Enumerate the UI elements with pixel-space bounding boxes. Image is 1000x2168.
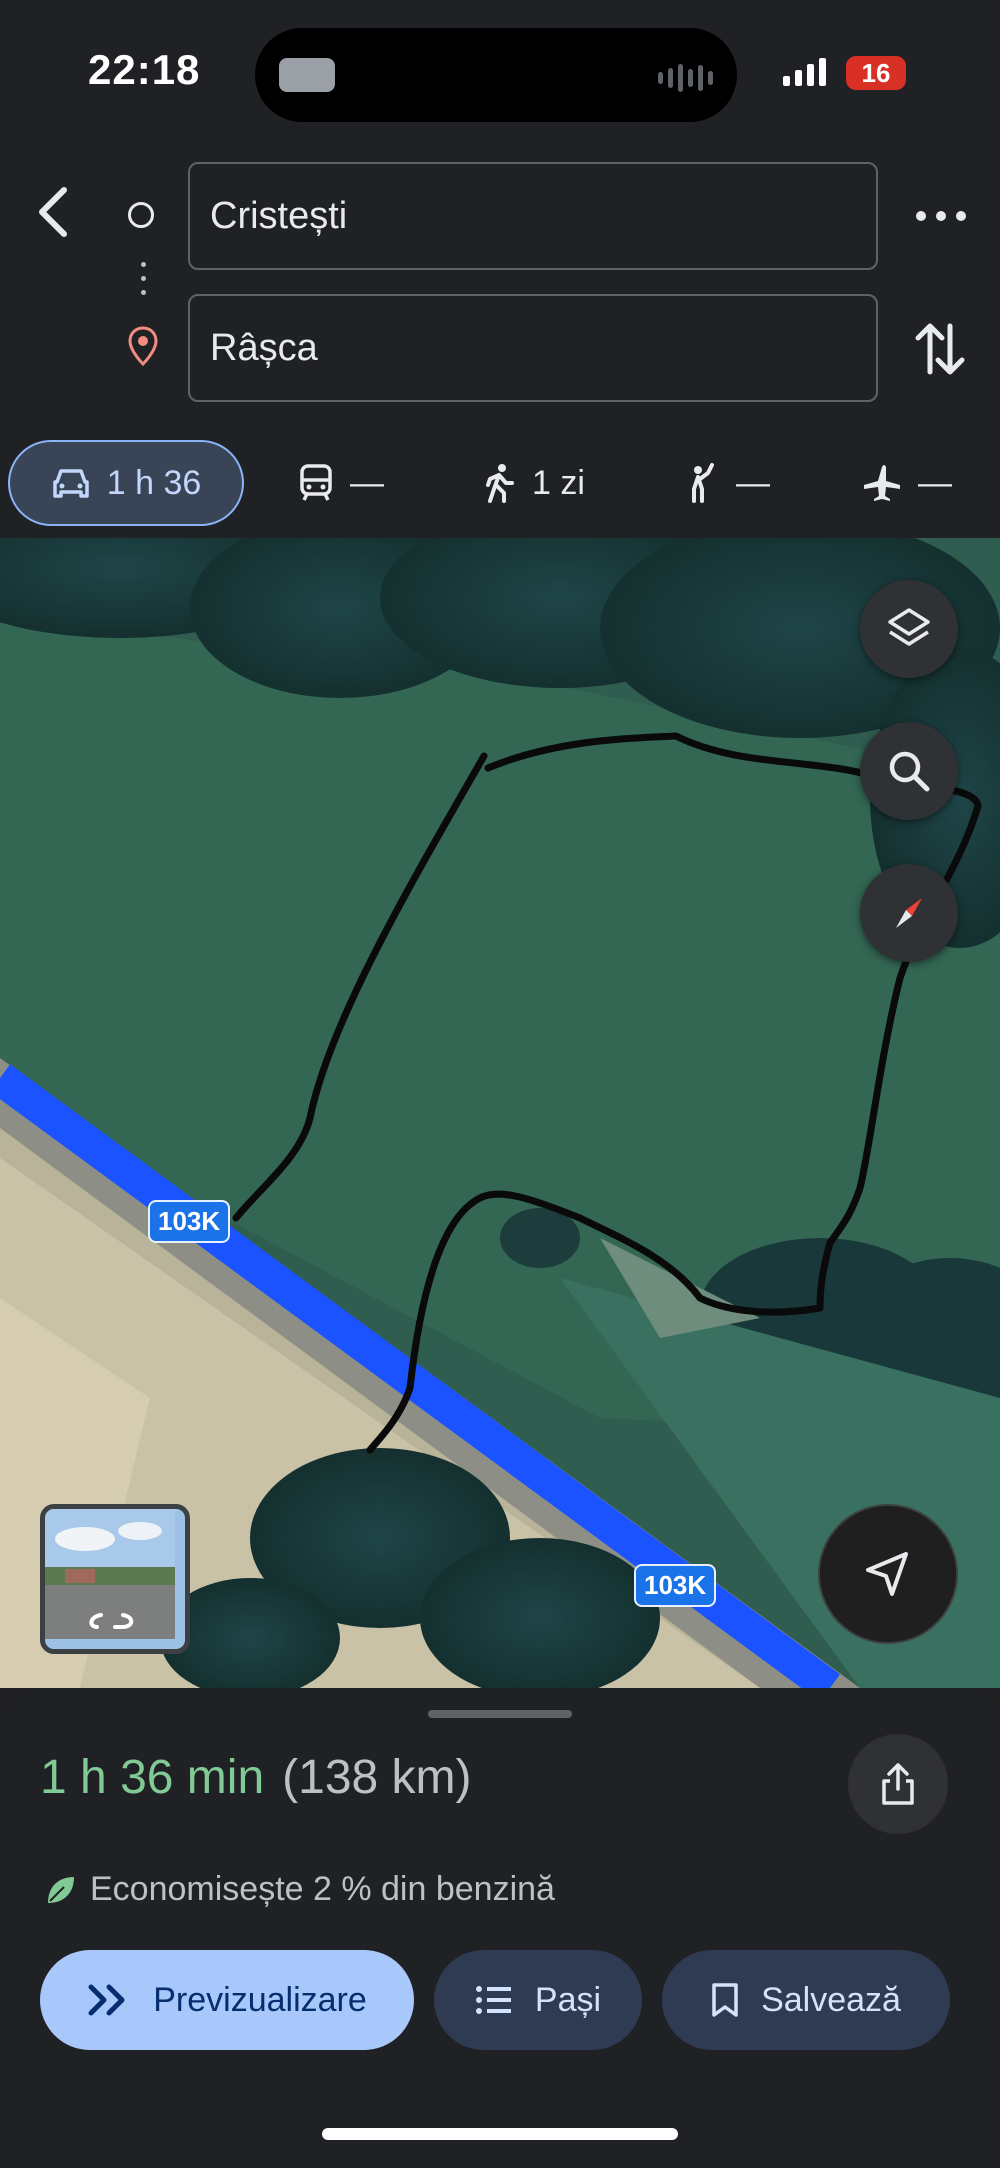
live-activity-thumbnail <box>279 58 335 92</box>
flights-duration: — <box>918 463 952 502</box>
route-duration: 1 h 36 min <box>40 1751 265 1804</box>
travel-mode-tabs: 1 h 36 — 1 zi — — <box>0 440 1000 526</box>
chevron-left-icon <box>39 187 67 237</box>
road-label-2: 103K <box>634 1564 717 1607</box>
hail-ride-icon <box>692 463 714 503</box>
tab-transit[interactable]: — <box>298 440 384 526</box>
transit-duration: — <box>350 463 384 502</box>
battery-indicator: 16 <box>846 56 906 90</box>
tab-rideshare[interactable]: — <box>684 440 770 526</box>
road-label-1: 103K <box>148 1200 231 1243</box>
clock: 22:18 <box>88 46 201 93</box>
eco-note-text: Economisește 2 % din benzină <box>90 1870 555 1908</box>
origin-dot-icon <box>128 202 154 228</box>
swap-directions-button[interactable] <box>910 316 970 382</box>
leaf-icon <box>48 1876 74 1903</box>
tab-walking[interactable]: 1 zi <box>482 440 585 526</box>
save-label: Salvează <box>761 1980 901 2019</box>
home-indicator[interactable] <box>322 2128 678 2140</box>
signal-icon <box>783 58 826 86</box>
rideshare-duration: — <box>736 463 770 502</box>
sheet-drag-handle[interactable] <box>428 1710 572 1718</box>
walking-duration: 1 zi <box>532 463 585 502</box>
walking-icon <box>486 464 514 503</box>
double-chevron-right-icon <box>88 1984 125 2016</box>
route-distance: (138 km) <box>282 1751 472 1804</box>
map-view[interactable]: 103K 103K <box>0 538 1000 1688</box>
audio-wave-icon <box>658 64 713 92</box>
more-options-button[interactable] <box>912 196 970 236</box>
share-button[interactable] <box>848 1734 948 1834</box>
eco-note: Economisește 2 % din benzină <box>44 1870 555 1909</box>
more-horizontal-icon <box>916 211 966 221</box>
street-view-thumbnail[interactable] <box>40 1504 190 1654</box>
tab-driving[interactable]: 1 h 36 <box>8 440 244 526</box>
airplane-icon <box>864 465 900 501</box>
destination-field[interactable]: Râșca <box>188 294 878 402</box>
back-button[interactable] <box>30 182 80 242</box>
layers-icon <box>888 608 930 646</box>
origin-field[interactable]: Cristești <box>188 162 878 270</box>
street-view-preview <box>45 1509 175 1639</box>
driving-duration: 1 h 36 <box>106 463 202 502</box>
car-icon <box>52 469 89 498</box>
save-button[interactable]: Salvează <box>662 1950 950 2050</box>
compass-icon <box>896 898 922 928</box>
map-layers-button[interactable] <box>860 580 958 678</box>
tab-flights[interactable]: — <box>862 440 952 526</box>
share-icon <box>882 1763 914 1805</box>
steps-label: Pași <box>534 1980 602 2019</box>
dynamic-island <box>255 28 737 122</box>
steps-button[interactable]: Pași <box>434 1950 642 2050</box>
list-icon <box>475 1986 511 2014</box>
bookmark-icon <box>712 1983 738 2017</box>
status-bar: 22:18 16 <box>0 0 1000 150</box>
my-location-button[interactable] <box>818 1504 958 1644</box>
swap-vertical-icon <box>915 323 965 375</box>
preview-button[interactable]: Previzualizare <box>40 1950 414 2050</box>
train-icon <box>300 464 332 501</box>
preview-label: Previzualizare <box>153 1980 367 2019</box>
route-eta: 1 h 36 min (138 km) <box>40 1750 472 1805</box>
compass-button[interactable] <box>860 864 958 962</box>
map-search-button[interactable] <box>860 722 958 820</box>
search-icon <box>889 751 930 792</box>
navigation-arrow-icon <box>866 1552 908 1596</box>
route-summary-sheet: 1 h 36 min (138 km) Economisește 2 % din … <box>0 1688 1000 2168</box>
destination-pin-icon <box>128 326 158 367</box>
